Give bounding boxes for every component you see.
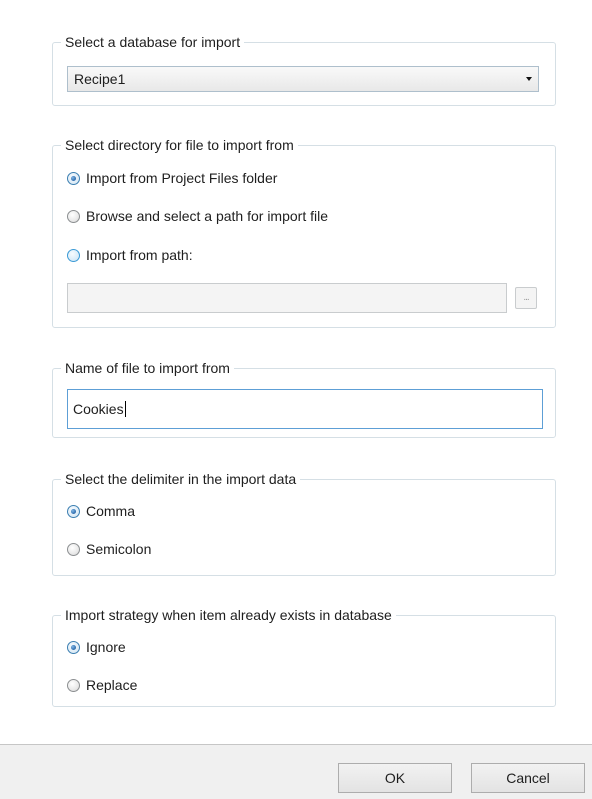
radio-project-files-folder[interactable]: Import from Project Files folder [67,168,277,188]
delimiter-group: Select the delimiter in the import data … [52,470,556,576]
dialog-footer: OK Cancel [0,744,592,799]
dropdown-arrow-icon[interactable] [526,77,532,81]
radio-label: Import from path: [86,247,193,263]
radio-label: Comma [86,503,136,519]
import-path-field [67,283,507,313]
directory-group: Select directory for file to import from… [52,136,556,328]
filename-group: Name of file to import from Cookies [52,359,556,438]
strategy-group: Import strategy when item already exists… [52,606,556,707]
radio-browse-path[interactable]: Browse and select a path for import file [67,206,328,226]
radio-selected-icon[interactable] [67,640,80,654]
filename-input-value: Cookies [73,401,124,417]
filename-input[interactable]: Cookies [67,389,543,429]
radio-unselected-icon[interactable] [67,542,80,556]
radio-label: Semicolon [86,541,152,557]
radio-label: Replace [86,677,138,693]
browse-button: ... [515,287,537,309]
database-selected-value: Recipe1 [74,71,126,87]
radio-semicolon[interactable]: Semicolon [67,539,151,559]
radio-unselected-icon[interactable] [67,678,80,692]
radio-label: Browse and select a path for import file [86,208,329,224]
filename-group-legend: Name of file to import from [61,359,234,377]
database-combobox[interactable]: Recipe1 [67,66,539,92]
radio-import-from-path[interactable]: Import from path: [67,245,193,265]
strategy-group-legend: Import strategy when item already exists… [61,606,396,624]
radio-label: Ignore [86,639,126,655]
database-group: Select a database for import Recipe1 [52,33,556,106]
radio-selected-icon[interactable] [67,171,80,185]
text-caret [124,401,126,417]
radio-replace[interactable]: Replace [67,675,137,695]
radio-selected-icon[interactable] [67,504,80,518]
radio-unselected-icon[interactable] [67,248,80,262]
database-group-legend: Select a database for import [61,33,245,51]
delimiter-group-legend: Select the delimiter in the import data [61,470,301,488]
directory-group-legend: Select directory for file to import from [61,136,298,154]
radio-label: Import from Project Files folder [86,170,278,186]
radio-unselected-icon[interactable] [67,209,80,223]
radio-ignore[interactable]: Ignore [67,637,126,657]
cancel-button[interactable]: Cancel [471,763,585,793]
radio-comma[interactable]: Comma [67,501,135,521]
ok-button[interactable]: OK [338,763,452,793]
